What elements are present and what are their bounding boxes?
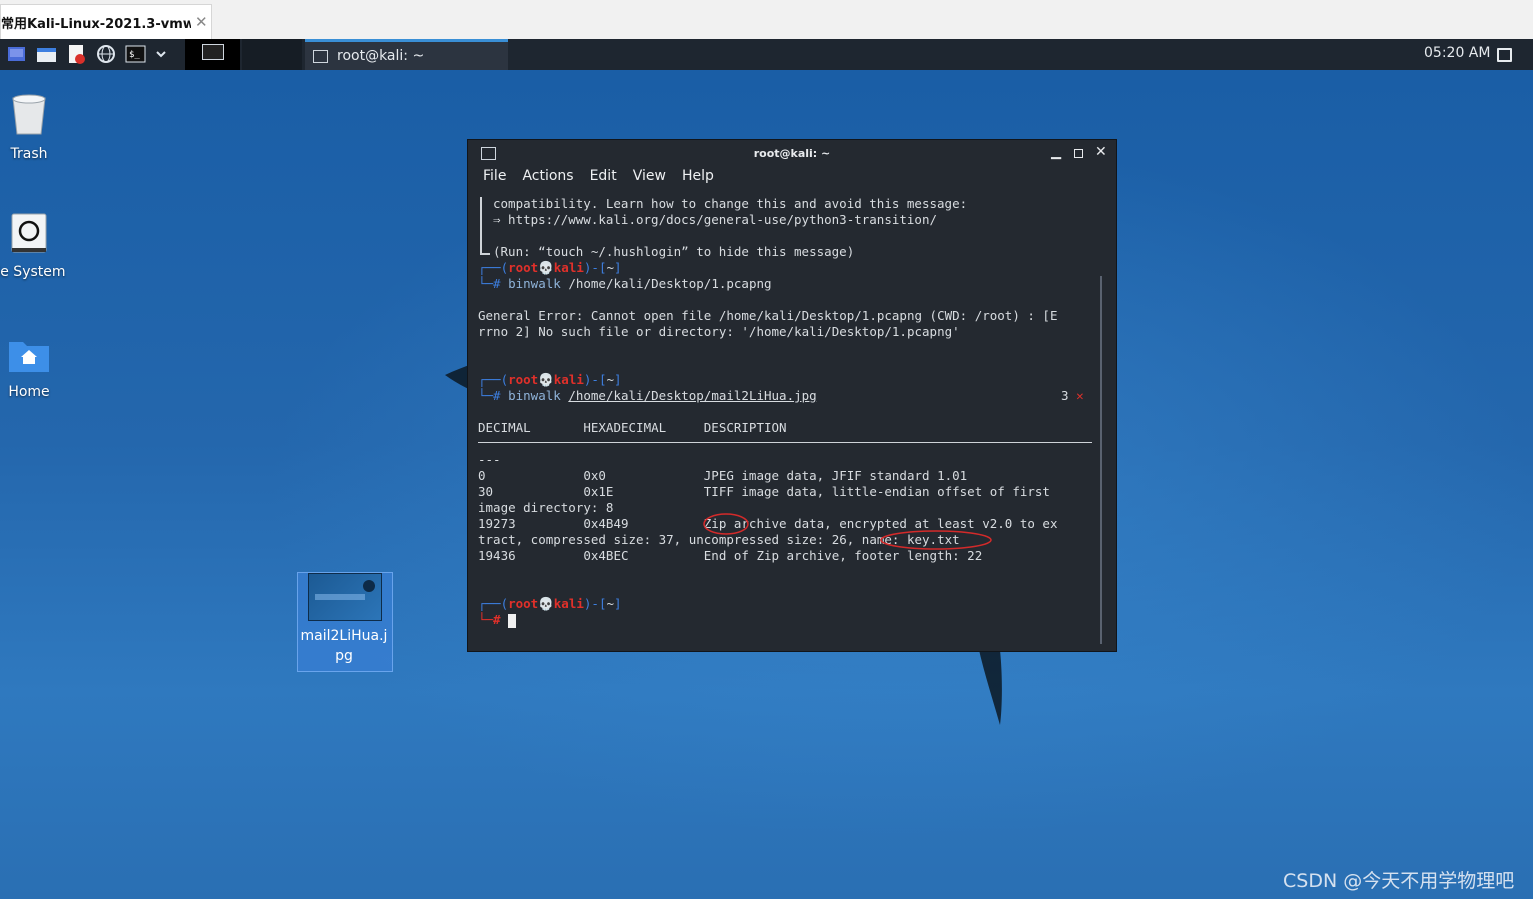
watermark: CSDN @今天不用学物理吧 xyxy=(1283,870,1515,892)
panel-launchers: $_ xyxy=(5,43,175,65)
close-icon[interactable]: ✕ xyxy=(195,13,208,31)
desktop-icon-home[interactable]: Home xyxy=(0,336,74,400)
desktop-file-label: mail2LiHua.j pg xyxy=(300,628,388,664)
taskbar-terminal-button[interactable]: root@kali: ~ xyxy=(305,39,508,70)
panel-clock[interactable]: 05:20 AM xyxy=(1424,45,1490,61)
window-tray-icon[interactable] xyxy=(1497,48,1512,62)
desktop-icon-file-system[interactable]: ile System xyxy=(0,212,74,280)
home-folder-icon xyxy=(9,342,49,372)
svg-text:$_: $_ xyxy=(129,50,140,60)
dropdown-chevron-icon[interactable] xyxy=(155,44,167,64)
desktop-icon-label: Trash xyxy=(10,146,48,162)
text-editor-icon[interactable] xyxy=(65,44,87,64)
top-panel: $_ root@kali: ~ 05:20 AM xyxy=(0,39,1533,71)
workspace-1[interactable] xyxy=(185,39,240,70)
scrollbar[interactable] xyxy=(1100,276,1102,644)
desktop-icon-trash[interactable]: Trash xyxy=(0,92,74,162)
text-cursor xyxy=(508,613,517,628)
terminal-icon xyxy=(313,49,328,63)
trash-icon xyxy=(12,94,46,135)
annotation-marks xyxy=(703,513,992,550)
desktop-icon-label: Home xyxy=(8,384,50,400)
app-menu-icon[interactable] xyxy=(5,44,27,64)
file-manager-icon[interactable] xyxy=(35,44,57,64)
command-line[interactable]: └─# xyxy=(478,612,517,628)
terminal-icon[interactable]: $_ xyxy=(125,44,147,64)
shell-prompt: ┌──(root💀kali)-[~] xyxy=(478,596,622,611)
image-thumbnail xyxy=(308,573,382,621)
web-browser-icon[interactable] xyxy=(95,44,117,64)
drive-icon xyxy=(11,213,47,253)
terminal-window[interactable]: root@kali: ~ ▁ ✕ File Actions Edit View … xyxy=(467,139,1117,652)
host-tab-kali-vm[interactable]: 常用Kali-Linux-2021.3-vmw... ✕ xyxy=(0,4,212,39)
host-tab-strip: 常用Kali-Linux-2021.3-vmw... ✕ xyxy=(0,0,1533,40)
desktop-icon-label: ile System xyxy=(0,264,66,280)
host-tab-label: 常用Kali-Linux-2021.3-vmw... xyxy=(1,16,191,32)
taskbar-terminal-label: root@kali: ~ xyxy=(337,48,425,64)
workspace-2[interactable] xyxy=(242,39,302,70)
